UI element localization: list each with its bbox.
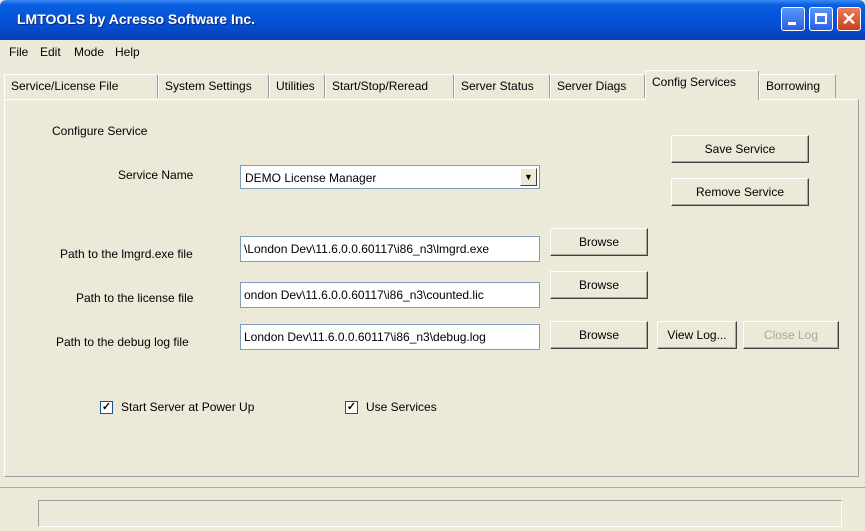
debug-log-path-field[interactable] (240, 324, 540, 350)
lmgrd-path-label: Path to the lmgrd.exe file (60, 247, 193, 261)
maximize-icon (815, 13, 827, 24)
close-icon: ✕ (841, 9, 857, 29)
tab-config-services[interactable]: Config Services (645, 70, 759, 100)
section-title: Configure Service (52, 124, 148, 138)
remove-service-button[interactable]: Remove Service (671, 178, 809, 206)
browse-license-button[interactable]: Browse (550, 271, 648, 299)
use-services-checkbox[interactable]: ✓ (345, 401, 358, 414)
tab-borrowing[interactable]: Borrowing (759, 74, 836, 98)
tab-server-status[interactable]: Server Status (454, 74, 550, 98)
maximize-button[interactable] (809, 7, 833, 31)
service-name-combobox[interactable]: DEMO License Manager ▼ (240, 165, 540, 189)
lmgrd-path-field[interactable] (240, 236, 540, 262)
use-services-label[interactable]: Use Services (366, 400, 437, 414)
service-name-label: Service Name (118, 168, 194, 182)
chevron-down-icon[interactable]: ▼ (520, 168, 537, 186)
browse-debug-log-button[interactable]: Browse (550, 321, 648, 349)
license-path-input[interactable] (241, 284, 539, 306)
lmgrd-path-input[interactable] (241, 238, 539, 260)
status-bar (38, 500, 842, 527)
license-path-label: Path to the license file (76, 291, 194, 305)
tab-start-stop-reread[interactable]: Start/Stop/Reread (325, 74, 454, 98)
debug-log-path-label: Path to the debug log file (56, 335, 189, 349)
debug-log-path-input[interactable] (241, 326, 539, 348)
menu-mode[interactable]: Mode (74, 45, 104, 59)
tab-system-settings[interactable]: System Settings (158, 74, 269, 98)
close-log-button: Close Log (743, 321, 839, 349)
tab-service-license-file[interactable]: Service/License File (4, 74, 158, 98)
tab-strip: Service/License File System Settings Uti… (0, 70, 865, 100)
service-name-value: DEMO License Manager (245, 171, 377, 185)
start-server-checkbox[interactable]: ✓ (100, 401, 113, 414)
menu-help[interactable]: Help (115, 45, 140, 59)
license-path-field[interactable] (240, 282, 540, 308)
divider (0, 487, 865, 488)
title-bar[interactable]: LMTOOLS by Acresso Software Inc. ✕ (0, 0, 865, 40)
tab-server-diags[interactable]: Server Diags (550, 74, 645, 98)
window-title: LMTOOLS by Acresso Software Inc. (17, 11, 256, 27)
close-button[interactable]: ✕ (837, 7, 861, 31)
checkmark-icon: ✓ (101, 401, 112, 413)
menu-bar: File Edit Mode Help (0, 40, 865, 62)
minimize-button[interactable] (781, 7, 805, 31)
tab-utilities[interactable]: Utilities (269, 74, 325, 98)
checkmark-icon: ✓ (346, 401, 357, 413)
save-service-button[interactable]: Save Service (671, 135, 809, 163)
start-server-label[interactable]: Start Server at Power Up (121, 400, 254, 414)
menu-edit[interactable]: Edit (40, 45, 61, 59)
menu-file[interactable]: File (9, 45, 28, 59)
minimize-icon (788, 22, 796, 25)
browse-lmgrd-button[interactable]: Browse (550, 228, 648, 256)
view-log-button[interactable]: View Log... (657, 321, 737, 349)
